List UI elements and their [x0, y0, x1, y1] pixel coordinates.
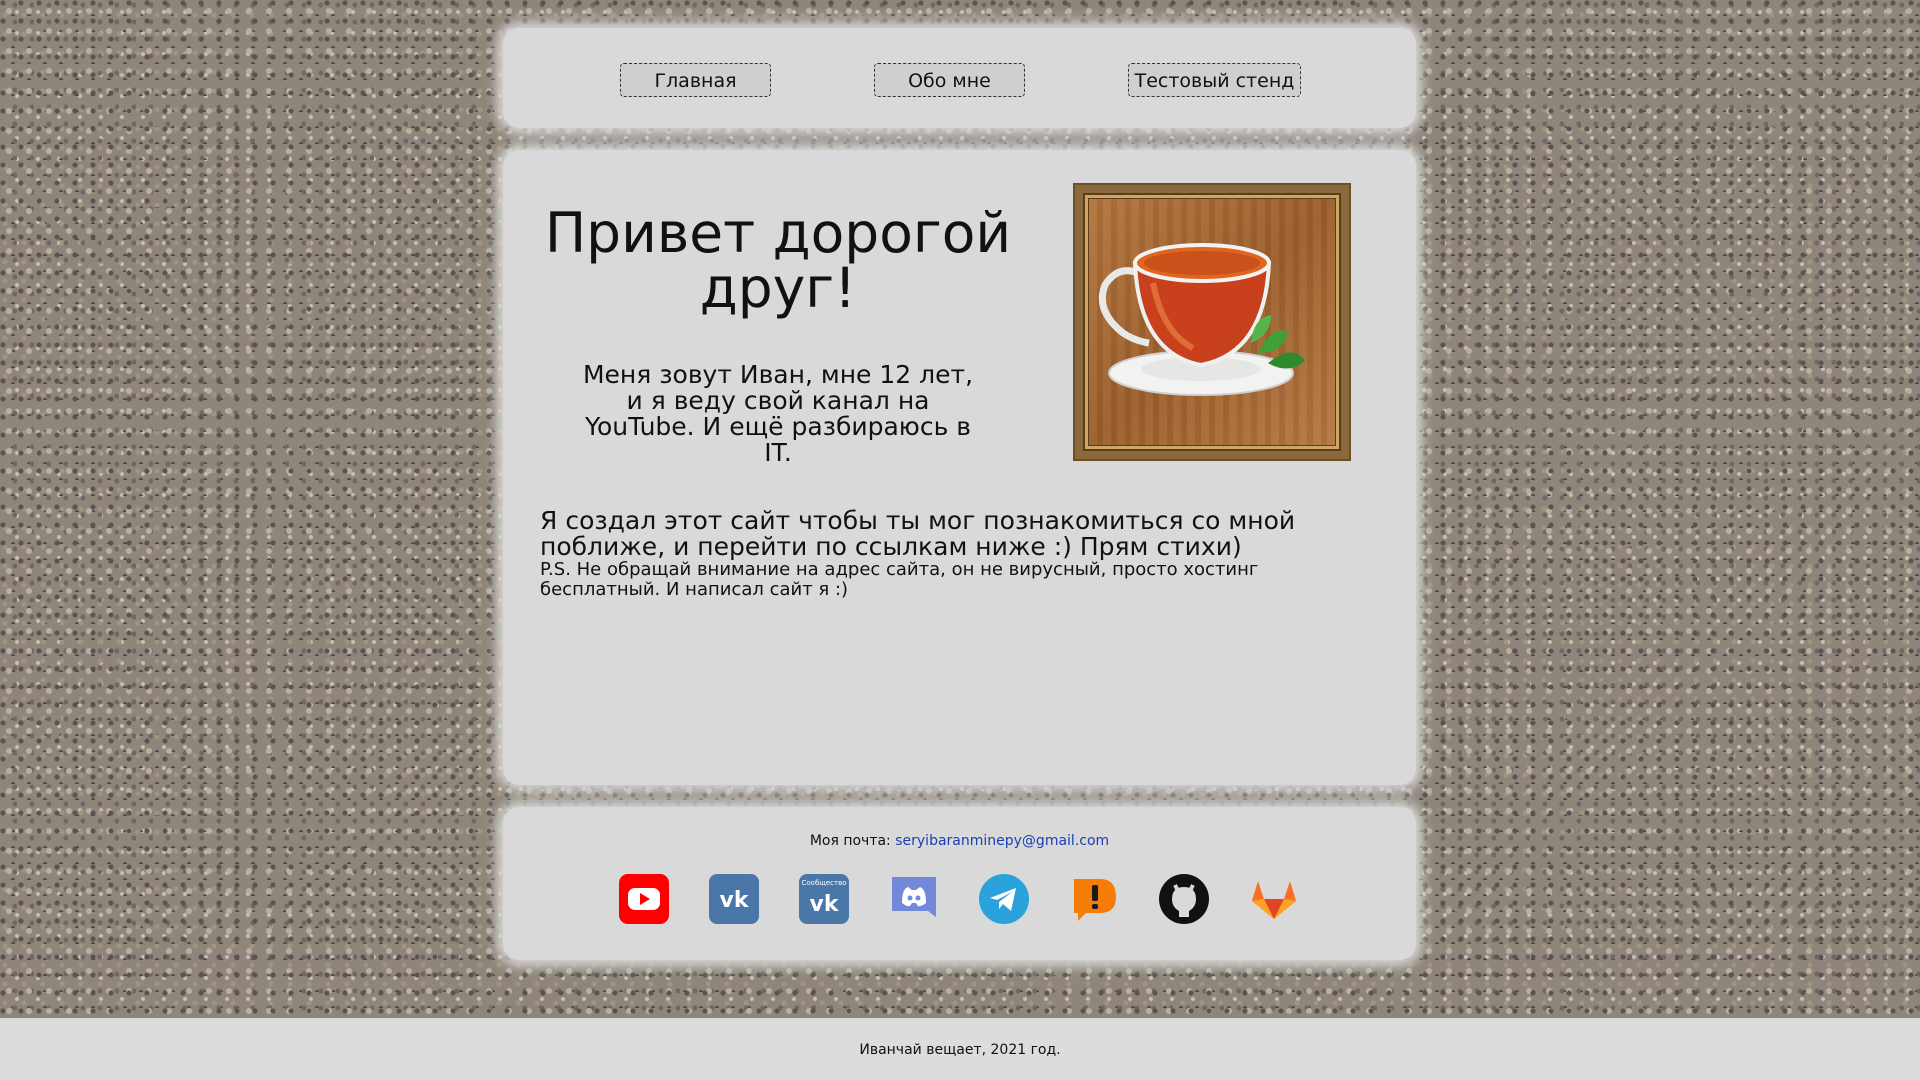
svg-text:vk: vk: [720, 888, 750, 913]
nav-test-stand-button[interactable]: Тестовый стенд: [1128, 63, 1301, 97]
site-description: Я создал этот сайт чтобы ты мог познаком…: [540, 506, 1296, 561]
page-title: Привет дорогой друг!: [544, 201, 1012, 320]
discord-icon[interactable]: [888, 873, 940, 925]
telegram-icon[interactable]: [978, 873, 1030, 925]
footer-text: Иванчай вещает, 2021 год.: [859, 1042, 1061, 1058]
github-icon[interactable]: [1158, 873, 1210, 925]
vk-community-caption: Сообщество: [801, 879, 846, 887]
framed-picture: [1075, 185, 1349, 459]
social-links: vk Сообщество vk: [618, 873, 1308, 925]
nav-panel: Главная Обо мне Тестовый стенд: [503, 28, 1416, 128]
email-link[interactable]: seryibaranminepy@gmail.com: [895, 833, 1109, 849]
nav-about-button[interactable]: Обо мне: [874, 63, 1025, 97]
ps-note: P.S. Не обращай внимание на адрес сайта,…: [540, 559, 1259, 600]
email-line: Моя почта: seryibaranminepy@gmail.com: [503, 833, 1416, 849]
gitlab-icon[interactable]: [1248, 873, 1300, 925]
footer: Иванчай вещает, 2021 год.: [0, 1018, 1920, 1080]
nav-home-button[interactable]: Главная: [620, 63, 771, 97]
tea-cup-icon: [1098, 243, 1305, 396]
donationalerts-icon[interactable]: [1068, 873, 1120, 925]
svg-text:vk: vk: [810, 892, 840, 917]
contacts-panel: Моя почта: seryibaranminepy@gmail.com vk…: [503, 807, 1416, 960]
email-label: Моя почта:: [809, 833, 891, 849]
vk-icon[interactable]: vk: [708, 873, 760, 925]
youtube-icon[interactable]: [618, 873, 670, 925]
intro-text: Меня зовут Иван, мне 12 лет, и я веду св…: [582, 360, 974, 467]
vk-community-icon[interactable]: Сообщество vk: [798, 873, 850, 925]
content-panel: Привет дорогой друг! Меня зовут Иван, мн…: [503, 150, 1416, 785]
